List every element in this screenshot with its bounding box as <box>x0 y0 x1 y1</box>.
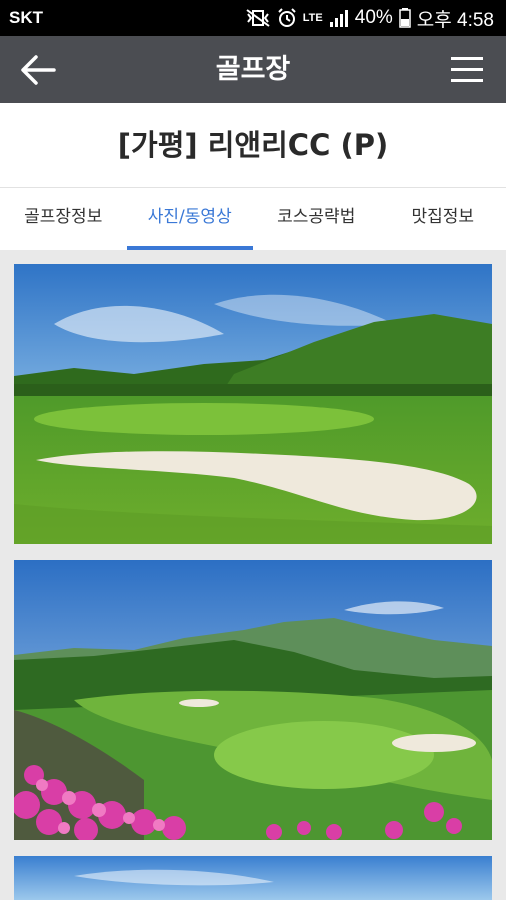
tab-bar: 골프장정보 사진/동영상 코스공략법 맛집정보 <box>0 187 506 250</box>
course-photo[interactable] <box>14 560 492 840</box>
network-type-label: LTE <box>302 11 323 24</box>
hamburger-menu-icon[interactable] <box>450 53 484 87</box>
tab-course-strategy[interactable]: 코스공략법 <box>253 188 380 250</box>
signal-icon <box>329 10 348 27</box>
course-photo[interactable] <box>14 264 492 544</box>
golf-green-bunker-image <box>14 264 492 544</box>
golf-course-flowers-image <box>14 560 492 840</box>
status-bar: SKT LTE 40% 오후 4:58 <box>0 0 506 36</box>
page-title: 골프장 <box>215 54 291 85</box>
course-title: [가평] 리앤리CC (P) <box>0 103 506 187</box>
tab-photos-videos[interactable]: 사진/동영상 <box>126 188 254 250</box>
battery-percent: 40% <box>354 7 393 28</box>
vibrate-mute-icon <box>246 9 270 27</box>
course-photo-partial-image <box>14 856 492 900</box>
alarm-icon <box>278 8 296 27</box>
tab-golf-course-info[interactable]: 골프장정보 <box>0 188 127 250</box>
status-icons: LTE 40% 오후 4:58 <box>245 5 494 32</box>
clock: 오후 4:58 <box>416 9 494 31</box>
course-photo[interactable] <box>14 856 492 900</box>
battery-icon <box>399 8 411 28</box>
app-bar: 골프장 <box>0 36 506 103</box>
carrier-label: SKT <box>9 8 43 27</box>
tab-restaurant-info[interactable]: 맛집정보 <box>380 188 506 250</box>
